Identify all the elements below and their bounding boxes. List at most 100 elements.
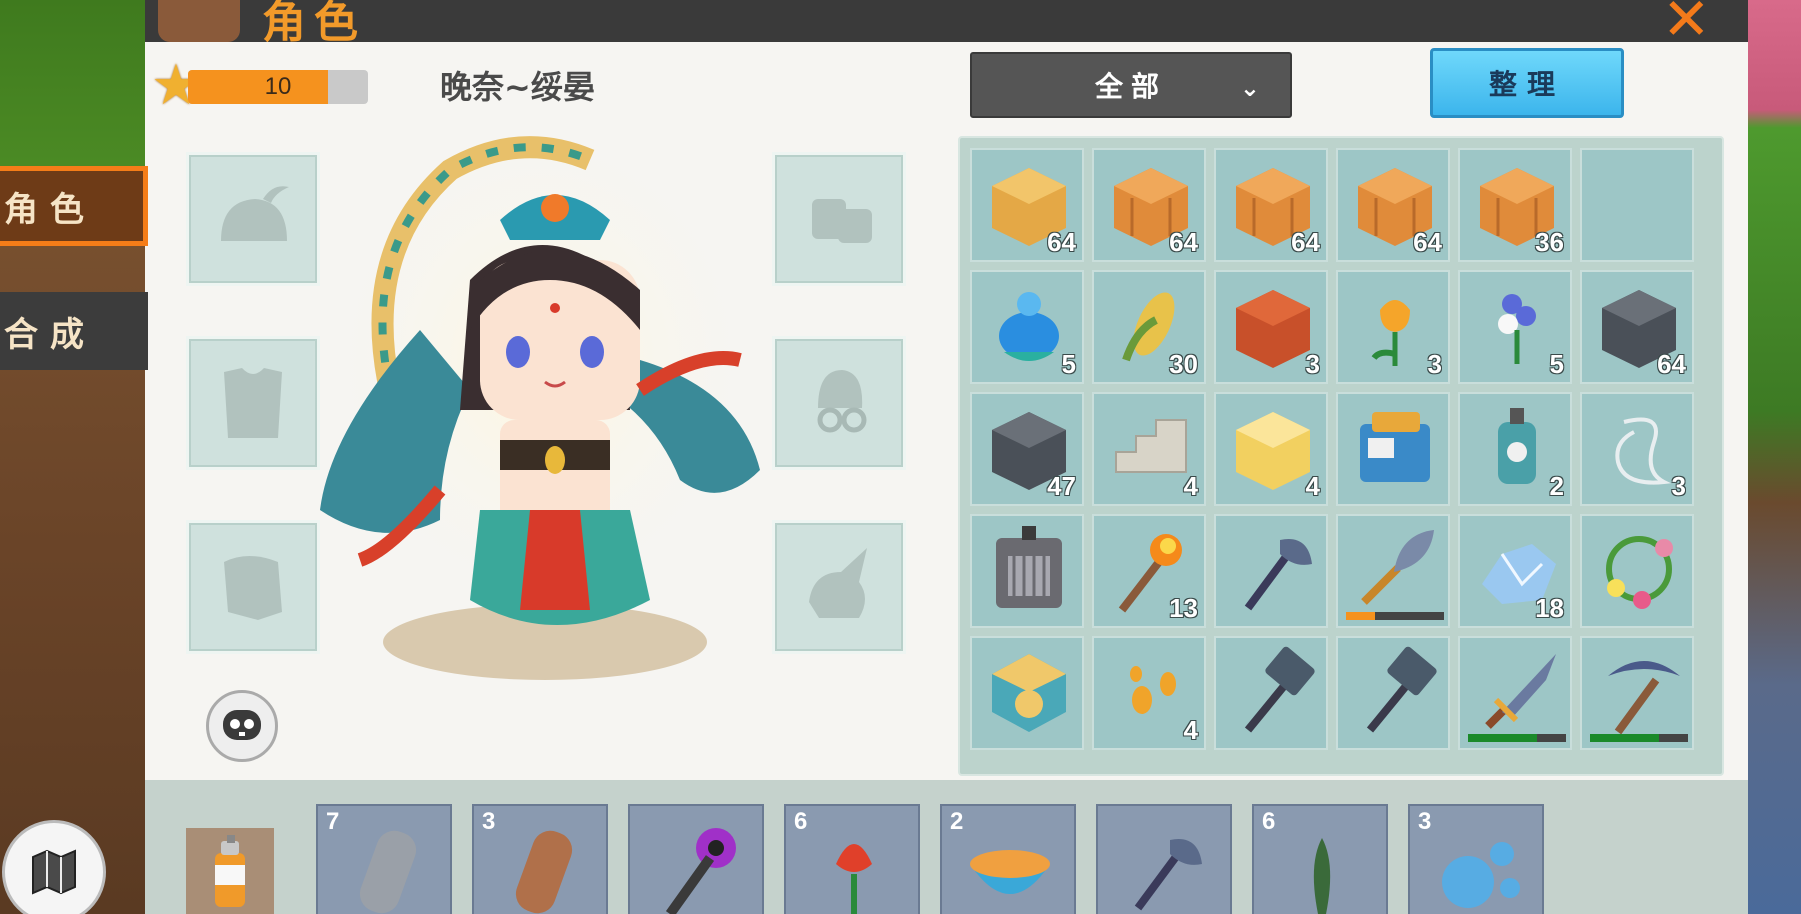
inventory-slot[interactable]: [1458, 636, 1572, 750]
blue-flower-pot-icon: [984, 280, 1074, 370]
inventory-slot[interactable]: [1336, 514, 1450, 628]
hotbar-slot[interactable]: [1096, 804, 1232, 914]
mount-slot[interactable]: [772, 520, 906, 654]
string-icon: [1594, 402, 1684, 492]
mount-icon: [809, 548, 867, 618]
hotbar-slot[interactable]: 6: [1252, 804, 1388, 914]
item-quantity: 3: [1305, 349, 1320, 379]
durability-bar: [1346, 612, 1444, 620]
hammer-icon: [1350, 646, 1440, 736]
chevron-down-icon: ⌄: [1239, 74, 1268, 102]
hotbar-slot[interactable]: 2: [940, 804, 1076, 914]
map-icon[interactable]: [2, 820, 106, 914]
inventory-slot[interactable]: 3: [1336, 270, 1450, 384]
glasses-icon: [817, 370, 867, 433]
inventory-slot[interactable]: 64: [1092, 148, 1206, 262]
item-quantity: 3: [1427, 349, 1442, 379]
close-icon[interactable]: ✕: [1662, 0, 1711, 48]
inventory-slot[interactable]: [1336, 636, 1450, 750]
inventory-slot[interactable]: 4: [1214, 392, 1328, 506]
filter-selected-value: 全部: [1094, 70, 1167, 103]
inventory-slot[interactable]: 5: [970, 270, 1084, 384]
leggings-icon: [224, 556, 282, 620]
category-filter-dropdown[interactable]: 全部 ⌄: [970, 52, 1292, 118]
item-quantity: 3: [1418, 808, 1432, 835]
boots-slot[interactable]: [772, 152, 906, 286]
inventory-slot[interactable]: [1580, 514, 1694, 628]
durability-fill: [1468, 734, 1537, 742]
inventory-slot[interactable]: 3: [1580, 392, 1694, 506]
durability-fill: [1590, 734, 1659, 742]
inventory-grid: 64 64 64 64 36 5 30 3 3 5 64 47 4 4 2 3 13 18 4: [958, 136, 1724, 776]
blue-flower-icon: [1472, 280, 1562, 370]
inventory-slot[interactable]: [1580, 636, 1694, 750]
world-background-left: [0, 0, 150, 914]
spray-can-icon[interactable]: [186, 828, 274, 914]
chestplate-icon: [224, 368, 282, 438]
item-quantity: 18: [1535, 593, 1564, 623]
inventory-slot[interactable]: [970, 514, 1084, 628]
storage-cube-icon: [984, 646, 1074, 736]
inventory-slot[interactable]: [1336, 392, 1450, 506]
inventory-slot[interactable]: 64: [1214, 148, 1328, 262]
tab-character[interactable]: 角色: [0, 166, 148, 246]
sort-button[interactable]: 整理: [1430, 48, 1624, 118]
sword-icon: [1472, 646, 1562, 736]
durability-fill: [1346, 612, 1376, 620]
hotbar-slot[interactable]: 6: [784, 804, 920, 914]
item-quantity: 5: [1061, 349, 1076, 379]
item-quantity: 7: [326, 808, 340, 835]
hotbar-slot[interactable]: 3: [1408, 804, 1544, 914]
inventory-slot[interactable]: 13: [1092, 514, 1206, 628]
inventory-slot[interactable]: [1214, 636, 1328, 750]
flower-wreath-icon: [1594, 524, 1684, 614]
copper-ingot-icon: [494, 824, 590, 914]
tab-crafting[interactable]: 合成: [0, 292, 148, 370]
gold-block-icon: [1228, 402, 1318, 492]
item-quantity: 3: [482, 808, 496, 835]
inventory-slot[interactable]: 64: [1336, 148, 1450, 262]
seeds-icon: [1106, 646, 1196, 736]
hotbar-slot[interactable]: 3: [472, 804, 608, 914]
chat-bot-icon[interactable]: [206, 690, 278, 762]
inventory-slot[interactable]: 4: [1092, 392, 1206, 506]
accessory-slot[interactable]: [772, 336, 906, 470]
hotbar-slot[interactable]: [628, 804, 764, 914]
red-brick-icon: [1228, 280, 1318, 370]
sapling-icon: [1274, 824, 1370, 914]
inventory-slot[interactable]: 4: [1092, 636, 1206, 750]
axe-icon: [1228, 524, 1318, 614]
item-quantity: 64: [1169, 227, 1198, 257]
inventory-slot[interactable]: 18: [1458, 514, 1572, 628]
item-quantity: 2: [950, 808, 964, 835]
inventory-slot[interactable]: 3: [1214, 270, 1328, 384]
axe-icon: [1118, 824, 1214, 914]
item-quantity: 36: [1535, 227, 1564, 257]
inventory-slot[interactable]: 36: [1458, 148, 1572, 262]
inventory-slot[interactable]: [1580, 148, 1694, 262]
item-quantity: 47: [1047, 471, 1076, 501]
inventory-slot[interactable]: 5: [1458, 270, 1572, 384]
durability-bar: [1468, 734, 1566, 742]
stone-stairs-icon: [1106, 402, 1196, 492]
inventory-slot[interactable]: 30: [1092, 270, 1206, 384]
inventory-slot[interactable]: 2: [1458, 392, 1572, 506]
hotbar-slot[interactable]: 7: [316, 804, 452, 914]
item-quantity: 64: [1047, 227, 1076, 257]
item-quantity: 4: [1183, 715, 1198, 745]
avatar[interactable]: [158, 0, 240, 42]
item-quantity: 6: [794, 808, 808, 835]
inventory-slot[interactable]: 64: [1580, 270, 1694, 384]
character-preview[interactable]: [300, 130, 780, 690]
player-name: 晚奈~绥晏: [440, 68, 595, 106]
tulip-icon: [1350, 280, 1440, 370]
inventory-slot[interactable]: 64: [970, 148, 1084, 262]
item-quantity: 2: [1549, 471, 1564, 501]
inventory-slot[interactable]: [1214, 514, 1328, 628]
item-quantity: 13: [1169, 593, 1198, 623]
inventory-slot[interactable]: [970, 636, 1084, 750]
item-quantity: 6: [1262, 808, 1276, 835]
item-quantity: 4: [1305, 471, 1320, 501]
inventory-slot[interactable]: 47: [970, 392, 1084, 506]
durability-bar: [1590, 734, 1688, 742]
